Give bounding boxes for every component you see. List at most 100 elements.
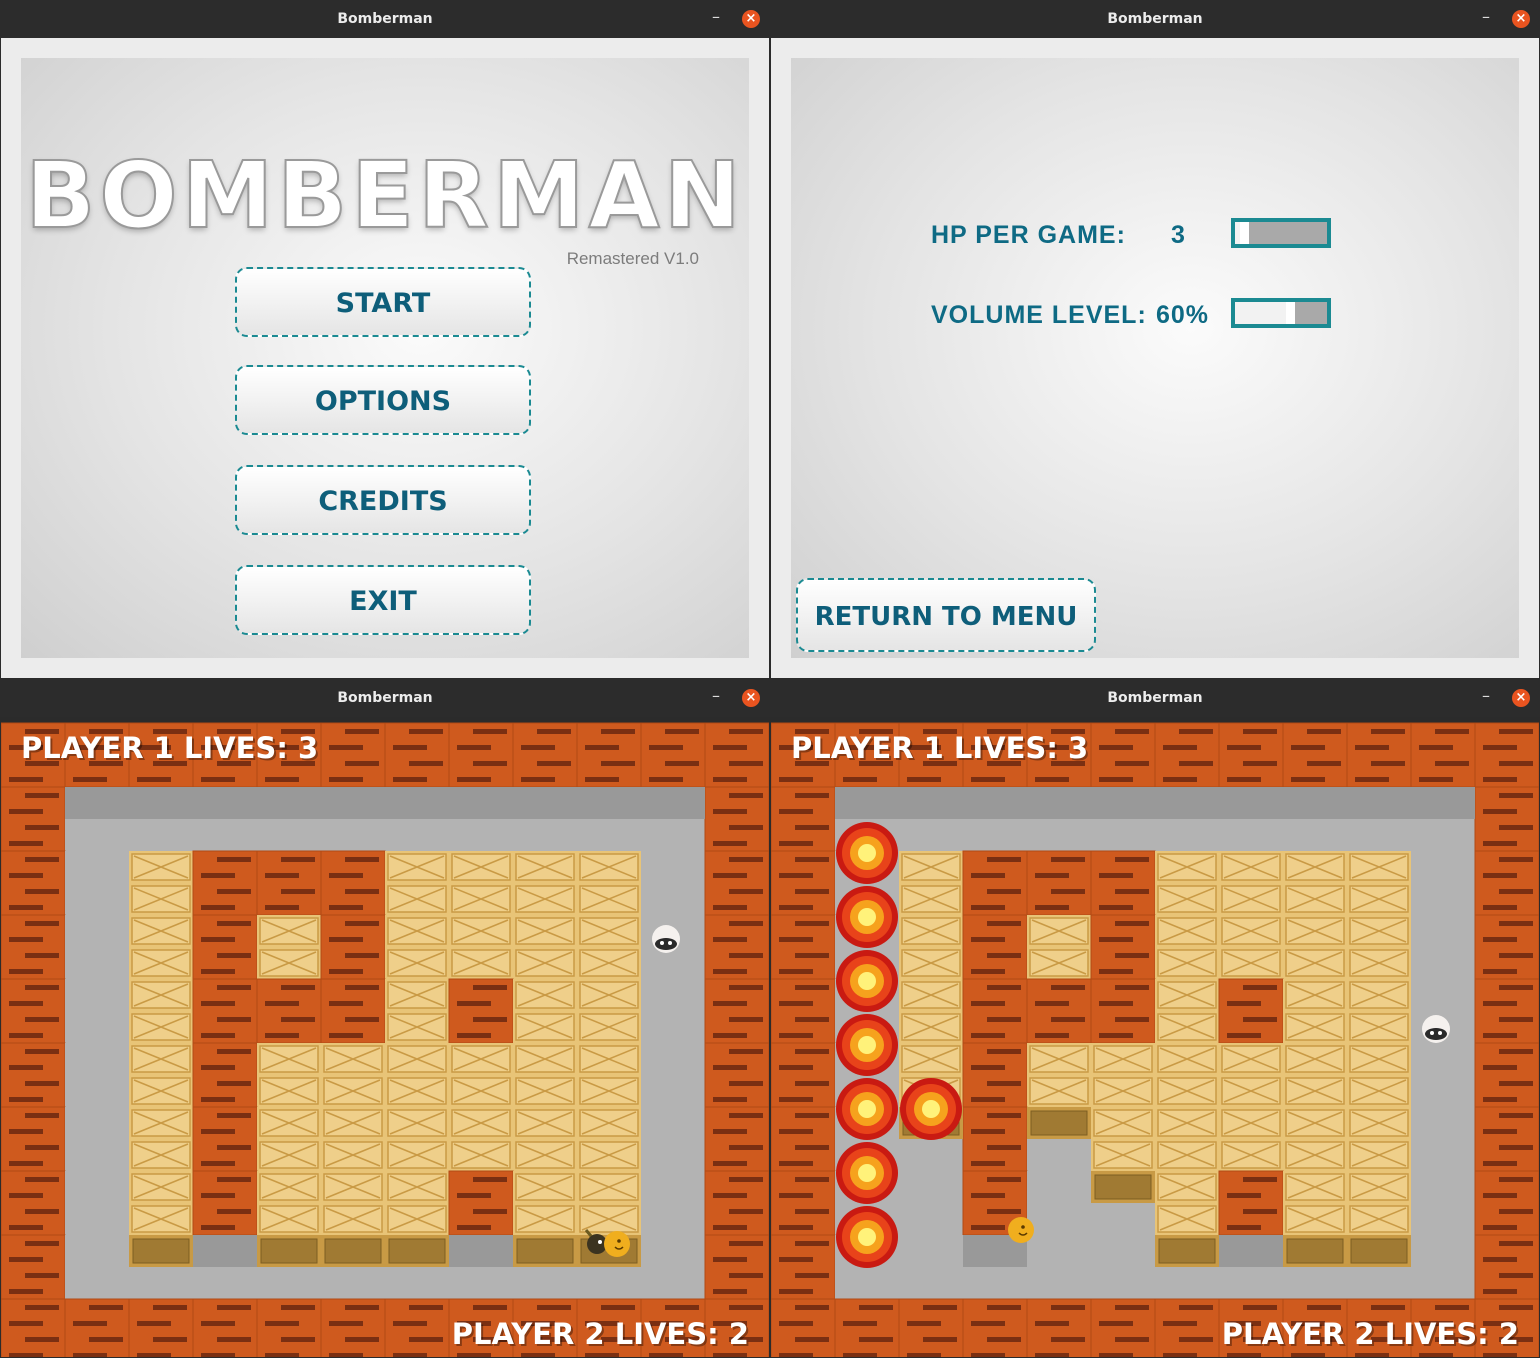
crate: [1347, 979, 1411, 1043]
crate: [1219, 1107, 1283, 1171]
brick-wall: [192, 914, 258, 980]
brick-wall: [704, 1106, 769, 1172]
menu-panel: BOMBERMAN Remastered V1.0 START OPTIONS …: [21, 58, 749, 658]
crate-front: [1091, 1171, 1155, 1203]
crate: [1283, 1107, 1347, 1171]
crate: [385, 1171, 449, 1235]
crate: [385, 1043, 449, 1107]
crate: [577, 979, 641, 1043]
crate: [1027, 1043, 1091, 1107]
crate-front: [257, 1235, 321, 1267]
brick-wall: [771, 786, 836, 852]
hp-slider[interactable]: [1231, 218, 1331, 248]
brick-wall: [1474, 722, 1539, 788]
brick-wall: [320, 722, 386, 788]
brick-wall: [704, 1042, 769, 1108]
player1-lives: PLAYER 1 LIVES: 3: [21, 731, 319, 765]
title-bar: Bomberman – ×: [770, 679, 1540, 717]
brick-wall: [1, 1170, 66, 1236]
crate-front: [1155, 1235, 1219, 1267]
brick-wall: [962, 978, 1028, 1044]
close-icon[interactable]: ×: [742, 10, 760, 28]
player2-character: [1008, 1217, 1034, 1243]
crate: [1347, 915, 1411, 979]
crate: [385, 979, 449, 1043]
floor-tile: [641, 1107, 705, 1171]
brick-wall: [320, 1298, 386, 1357]
crate: [129, 915, 193, 979]
brick-wall: [1090, 978, 1156, 1044]
options-button[interactable]: OPTIONS: [235, 365, 531, 435]
crate: [577, 1171, 641, 1235]
minimize-icon[interactable]: –: [1476, 7, 1496, 27]
brick-wall: [962, 1106, 1028, 1172]
brick-wall: [704, 978, 769, 1044]
hp-slider-handle[interactable]: [1240, 222, 1250, 244]
brick-wall: [1474, 1042, 1539, 1108]
volume-slider-handle[interactable]: [1286, 302, 1296, 324]
brick-wall: [1218, 978, 1284, 1044]
brick-wall: [256, 1298, 322, 1357]
title-bar: Bomberman – ×: [0, 679, 770, 717]
brick-wall: [1474, 1106, 1539, 1172]
brick-wall: [1, 850, 66, 916]
close-icon[interactable]: ×: [1512, 689, 1530, 707]
brick-wall: [704, 1170, 769, 1236]
credits-button[interactable]: CREDITS: [235, 465, 531, 535]
brick-wall: [771, 1234, 836, 1300]
minimize-icon[interactable]: –: [1476, 686, 1496, 706]
floor-tile: [641, 1043, 705, 1107]
shadow: [1411, 787, 1475, 819]
explosion-icon: [836, 950, 898, 1012]
shadow: [1219, 1235, 1283, 1267]
minimize-icon[interactable]: –: [706, 7, 726, 27]
crate: [1091, 1107, 1155, 1171]
floor-tile: [1411, 1107, 1475, 1171]
window-title: Bomberman: [1107, 690, 1203, 706]
title-bar: Bomberman – ×: [0, 0, 770, 38]
floor-tile: [641, 1171, 705, 1235]
crate: [513, 1171, 577, 1235]
crate: [1347, 851, 1411, 915]
exit-button[interactable]: EXIT: [235, 565, 531, 635]
brick-wall: [704, 786, 769, 852]
crate: [899, 979, 963, 1043]
crate: [513, 979, 577, 1043]
close-icon[interactable]: ×: [1512, 10, 1530, 28]
brick-wall: [1474, 786, 1539, 852]
options-screen: HP PER GAME: 3 VOLUME LEVEL: 60% RETURN …: [771, 38, 1539, 678]
start-button[interactable]: START: [235, 267, 531, 337]
volume-slider[interactable]: [1231, 298, 1331, 328]
crate: [1283, 915, 1347, 979]
game-logo: BOMBERMAN: [24, 142, 745, 249]
shadow: [1219, 787, 1283, 819]
crate: [1155, 851, 1219, 915]
explosion-icon: [836, 822, 898, 884]
brick-wall: [704, 722, 769, 788]
close-icon[interactable]: ×: [742, 689, 760, 707]
crate: [449, 1107, 513, 1171]
brick-wall: [704, 914, 769, 980]
return-to-menu-button[interactable]: RETURN TO MENU: [796, 578, 1096, 652]
brick-wall: [1, 1298, 66, 1357]
crate: [513, 1107, 577, 1171]
crate: [1091, 1043, 1155, 1107]
floor-tile: [899, 1171, 963, 1235]
brick-wall: [1090, 850, 1156, 916]
brick-wall: [1, 1106, 66, 1172]
brick-wall: [1154, 1298, 1220, 1357]
crate: [1219, 851, 1283, 915]
crate-front: [1347, 1235, 1411, 1267]
brick-wall: [320, 978, 386, 1044]
crate: [1155, 1107, 1219, 1171]
minimize-icon[interactable]: –: [706, 686, 726, 706]
brick-wall: [192, 978, 258, 1044]
crate: [1027, 915, 1091, 979]
brick-wall: [448, 978, 514, 1044]
player2-lives: PLAYER 2 LIVES: 2: [1221, 1317, 1519, 1351]
shadow: [1027, 787, 1091, 819]
options-panel: HP PER GAME: 3 VOLUME LEVEL: 60% RETURN …: [791, 58, 1519, 658]
brick-wall: [576, 722, 642, 788]
crate: [321, 1171, 385, 1235]
version-subtitle: Remastered V1.0: [566, 249, 699, 268]
